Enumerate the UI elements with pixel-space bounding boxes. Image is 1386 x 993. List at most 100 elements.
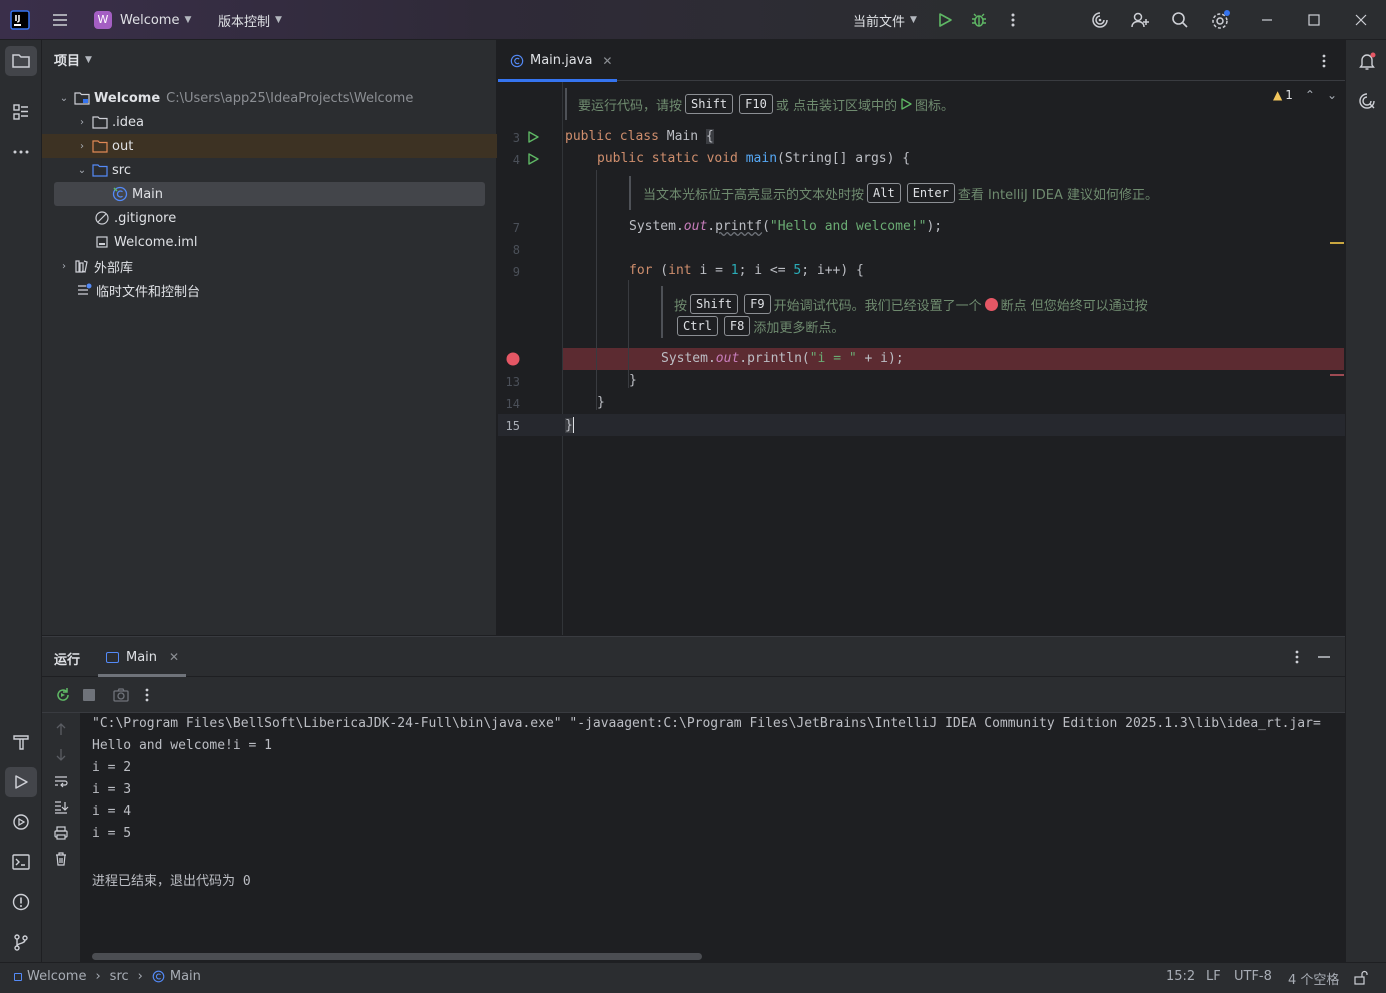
code-token: i = [691, 263, 731, 278]
run-tab-main[interactable]: Main ✕ [98, 637, 186, 677]
code-line[interactable]: } [629, 373, 637, 388]
stop-icon[interactable] [82, 688, 96, 702]
git-tool-button[interactable] [5, 927, 37, 957]
breakpoint-marker[interactable] [1330, 374, 1344, 376]
gutter-run-icon[interactable] [526, 130, 540, 144]
ai-assistant-icon[interactable] [1090, 0, 1110, 40]
hide-panel-icon[interactable] [1315, 648, 1333, 666]
minimize-window-button[interactable] [1258, 0, 1276, 40]
hint-text: 按 [674, 298, 688, 314]
run-tool-button[interactable] [5, 767, 37, 797]
breakpoint-icon[interactable] [506, 352, 520, 366]
read-only-lock-icon[interactable] [1353, 970, 1369, 986]
caret-position[interactable]: 15:2 [1166, 969, 1195, 984]
root-path: C:\Users\app25\IdeaProjects\Welcome [166, 90, 414, 106]
hint-text: 图标。 [914, 98, 954, 114]
run-button[interactable] [936, 0, 954, 40]
tree-item-src[interactable]: ⌄ src [42, 158, 497, 182]
notifications-icon[interactable] [1351, 46, 1383, 76]
chevron-down-icon[interactable]: ⌄ [1327, 88, 1337, 102]
gutter-run-icon[interactable] [526, 152, 540, 166]
chevron-right-icon: › [137, 969, 143, 984]
code-token: ; i <= [738, 263, 794, 278]
print-icon[interactable] [53, 825, 69, 841]
code-line[interactable]: for (int i = 1; i <= 5; i++) { [629, 263, 864, 278]
tree-item-main[interactable]: Main [54, 182, 485, 206]
editor-more-icon[interactable] [1316, 52, 1332, 70]
breadcrumb-item[interactable]: Main [170, 969, 201, 984]
close-window-button[interactable] [1352, 0, 1370, 40]
project-tool-button[interactable] [5, 46, 37, 76]
tree-item-scratches[interactable]: 临时文件和控制台 [42, 278, 497, 302]
warning-marker[interactable] [1330, 242, 1344, 244]
tree-item-idea[interactable]: › .idea [42, 110, 497, 134]
key-badge: Shift [690, 294, 739, 314]
doc-hint-bar [661, 286, 663, 338]
scroll-up-icon[interactable] [53, 721, 69, 737]
maximize-window-button[interactable] [1305, 0, 1323, 40]
breadcrumb-item[interactable]: src [110, 969, 129, 984]
scroll-to-end-icon[interactable] [53, 799, 69, 815]
line-separator[interactable]: LF [1206, 969, 1221, 984]
run-triangle-icon [900, 98, 912, 110]
scroll-down-icon[interactable] [53, 747, 69, 763]
tree-item-out[interactable]: › out [42, 134, 497, 158]
tab-label: Main.java [530, 53, 593, 68]
services-tool-button[interactable] [5, 807, 37, 837]
file-encoding[interactable]: UTF-8 [1234, 969, 1272, 984]
run-config-selector[interactable]: 当前文件 ▼ [853, 0, 917, 40]
structure-tool-button[interactable] [5, 97, 37, 127]
code-line[interactable]: } [565, 417, 574, 433]
add-user-icon[interactable] [1130, 0, 1150, 40]
tree-item-gitignore[interactable]: .gitignore [42, 206, 497, 230]
console-horizontal-scrollbar[interactable] [92, 953, 702, 960]
more-tools-icon[interactable] [5, 137, 37, 167]
more-actions-icon[interactable] [1005, 0, 1021, 40]
code-token: System. [661, 351, 716, 366]
close-tab-icon[interactable]: ✕ [602, 54, 612, 68]
search-icon[interactable] [1170, 0, 1190, 40]
soft-wrap-icon[interactable] [53, 773, 69, 789]
inspection-widget[interactable]: ▲ 1 ⌃ ⌄ [1273, 88, 1337, 102]
chevron-right-icon: › [95, 969, 101, 984]
main-menu-icon[interactable] [50, 0, 70, 40]
project-switcher[interactable]: W Welcome ▼ [94, 0, 191, 40]
tree-item-root[interactable]: ⌄ Welcome C:\Users\app25\IdeaProjects\We… [42, 86, 497, 110]
intellij-logo[interactable]: IJ [10, 0, 30, 40]
breadcrumb-item[interactable]: Welcome [27, 969, 86, 984]
tree-item-label: .idea [112, 114, 144, 130]
run-toolbar-more-icon[interactable] [139, 686, 155, 704]
code-line[interactable]: System.out.printf("Hello and welcome!"); [629, 219, 942, 234]
hint-debug-line2: Ctrl F8 添加更多断点。 [674, 316, 844, 336]
line-number: 7 [512, 221, 520, 235]
run-panel-more-icon[interactable] [1289, 648, 1305, 666]
vcs-menu[interactable]: 版本控制 ▼ [218, 0, 282, 40]
tree-item-welcome-iml[interactable]: Welcome.iml [42, 230, 497, 254]
code-line[interactable]: public static void main(String[] args) { [597, 151, 910, 166]
code-string: "i = " [809, 351, 857, 366]
code-line[interactable]: System.out.println("i = " + i); [661, 351, 904, 366]
indent-setting[interactable]: 4 个空格 [1288, 969, 1339, 988]
settings-gear-icon[interactable] [1210, 0, 1232, 40]
chevron-right-icon: › [80, 140, 84, 152]
code-line[interactable]: public class Main { [565, 129, 714, 144]
code-keyword: public static void [597, 151, 738, 166]
breadcrumb: Welcome › src › Main [14, 969, 201, 984]
line-number: 15 [505, 419, 520, 433]
rerun-icon[interactable] [54, 686, 72, 704]
chevron-up-icon[interactable]: ⌃ [1305, 88, 1315, 102]
tab-main-java[interactable]: Main.java ✕ [498, 40, 617, 82]
debug-button[interactable] [970, 0, 988, 40]
terminal-tool-button[interactable] [5, 847, 37, 877]
problems-tool-button[interactable] [5, 887, 37, 917]
code-line[interactable]: } [597, 395, 605, 410]
clear-all-icon[interactable] [53, 851, 69, 867]
project-panel-header[interactable]: 项目 ▼ [54, 50, 92, 69]
build-tool-button[interactable] [5, 727, 37, 757]
close-tab-icon[interactable]: ✕ [169, 650, 179, 664]
camera-icon[interactable] [112, 687, 130, 703]
ai-chat-icon[interactable] [1351, 86, 1383, 116]
tree-item-external-libraries[interactable]: › 外部库 [42, 254, 497, 278]
run-panel-header: 运行 Main ✕ [42, 637, 1345, 677]
ignore-file-icon [94, 210, 110, 226]
